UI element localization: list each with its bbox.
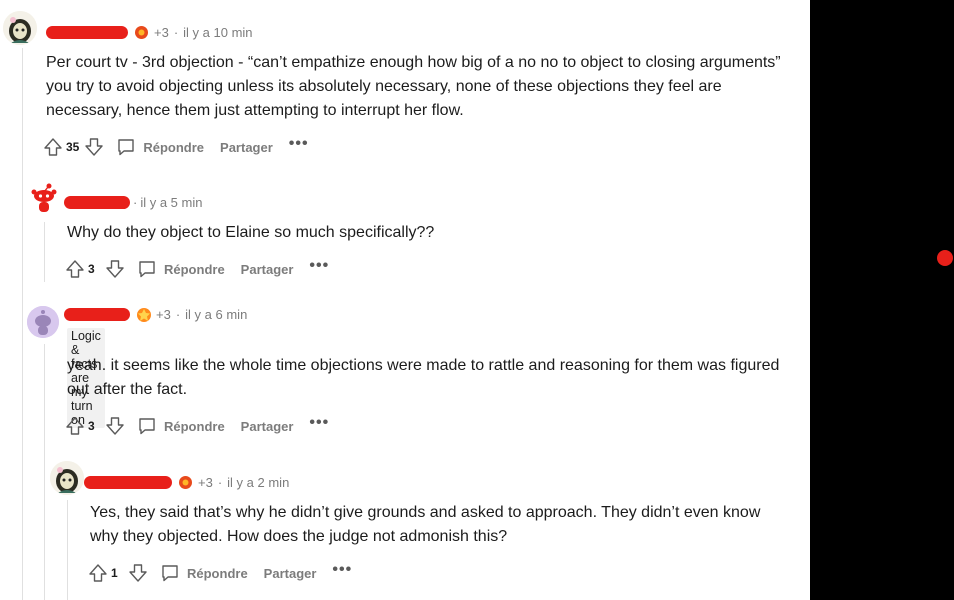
downvote-icon[interactable] (104, 415, 126, 437)
comment-header: · il y a 5 min (64, 192, 202, 212)
award-icon (136, 307, 151, 322)
reply-button[interactable]: Répondre (136, 258, 241, 280)
vote-score: 3 (88, 419, 95, 433)
comment-actions: 35 Répondre Partager ••• (42, 134, 309, 160)
comment-actions: 1 Répondre Partager ••• (87, 560, 352, 586)
vote-score: 1 (111, 566, 118, 580)
thread-line[interactable] (44, 344, 45, 600)
award-count[interactable]: +3 (198, 475, 213, 490)
award-icon (134, 25, 149, 40)
redacted-username[interactable] (84, 475, 172, 489)
separator-dot: · (173, 24, 179, 40)
comment-bubble-icon (115, 136, 137, 158)
thread-line[interactable] (67, 500, 68, 600)
redacted-username[interactable] (46, 25, 128, 39)
comment-body: Why do they object to Elaine so much spe… (67, 224, 435, 241)
share-button[interactable]: Partager (264, 566, 317, 581)
black-panel (810, 0, 954, 600)
snoo-avatar-icon (50, 461, 84, 495)
comment-body: yeah. it seems like the whole time objec… (67, 357, 780, 398)
reply-button[interactable]: Répondre (115, 136, 220, 158)
timestamp[interactable]: il y a 5 min (140, 195, 202, 210)
separator-dot: · (175, 306, 181, 322)
more-options-button[interactable]: ••• (309, 258, 329, 274)
downvote-icon[interactable] (104, 258, 126, 280)
comment-thread: +3 · il y a 10 min Per court tv - 3rd ob… (0, 0, 810, 600)
upvote-icon[interactable] (64, 415, 86, 437)
comment-actions: 3 Répondre Partager ••• (64, 413, 329, 439)
snoo-avatar-icon (27, 306, 59, 338)
avatar[interactable] (27, 306, 59, 338)
upvote-icon[interactable] (42, 136, 64, 158)
avatar[interactable] (50, 461, 84, 495)
comment-body: Per court tv - 3rd objection - “can’t em… (46, 54, 781, 119)
avatar[interactable] (3, 11, 37, 45)
upvote-icon[interactable] (64, 258, 86, 280)
red-dot (937, 250, 953, 266)
separator-dot: · (217, 474, 223, 490)
vote-score: 3 (88, 262, 95, 276)
reply-label: Répondre (164, 418, 225, 434)
reply-label: Répondre (187, 565, 248, 581)
reply-button[interactable]: Répondre (136, 415, 241, 437)
comment-header: +3 · il y a 6 min (64, 304, 247, 324)
upvote-icon[interactable] (87, 562, 109, 584)
thread-line[interactable] (44, 222, 45, 282)
avatar[interactable] (27, 182, 61, 216)
more-options-button[interactable]: ••• (309, 415, 329, 431)
redacted-username[interactable] (64, 307, 130, 321)
more-options-button[interactable]: ••• (289, 136, 309, 152)
timestamp[interactable]: il y a 6 min (185, 307, 247, 322)
award-count[interactable]: +3 (156, 307, 171, 322)
timestamp[interactable]: il y a 2 min (227, 475, 289, 490)
share-button[interactable]: Partager (220, 140, 273, 155)
comment-header: +3 · il y a 2 min (84, 472, 289, 492)
vote-score: 35 (66, 140, 80, 154)
comment-bubble-icon (159, 562, 181, 584)
redacted-username[interactable] (64, 195, 130, 209)
award-count[interactable]: +3 (154, 25, 169, 40)
snoo-avatar-icon (31, 183, 57, 212)
downvote-icon[interactable] (83, 136, 105, 158)
more-options-button[interactable]: ••• (332, 562, 352, 578)
reply-label: Répondre (164, 261, 225, 277)
separator-dot: · (133, 194, 138, 210)
timestamp[interactable]: il y a 10 min (183, 25, 252, 40)
comment-body: Yes, they said that’s why he didn’t give… (90, 504, 761, 545)
comment-bubble-icon (136, 415, 158, 437)
thread-line[interactable] (22, 48, 23, 600)
snoo-avatar-icon (3, 11, 37, 45)
comment-header: +3 · il y a 10 min (46, 22, 253, 42)
award-icon (178, 475, 193, 490)
comment-bubble-icon (136, 258, 158, 280)
reply-button[interactable]: Répondre (159, 562, 264, 584)
share-button[interactable]: Partager (241, 262, 294, 277)
downvote-icon[interactable] (127, 562, 149, 584)
reply-label: Répondre (143, 139, 205, 155)
comment-actions: 3 Répondre Partager ••• (64, 256, 329, 282)
share-button[interactable]: Partager (241, 419, 294, 434)
